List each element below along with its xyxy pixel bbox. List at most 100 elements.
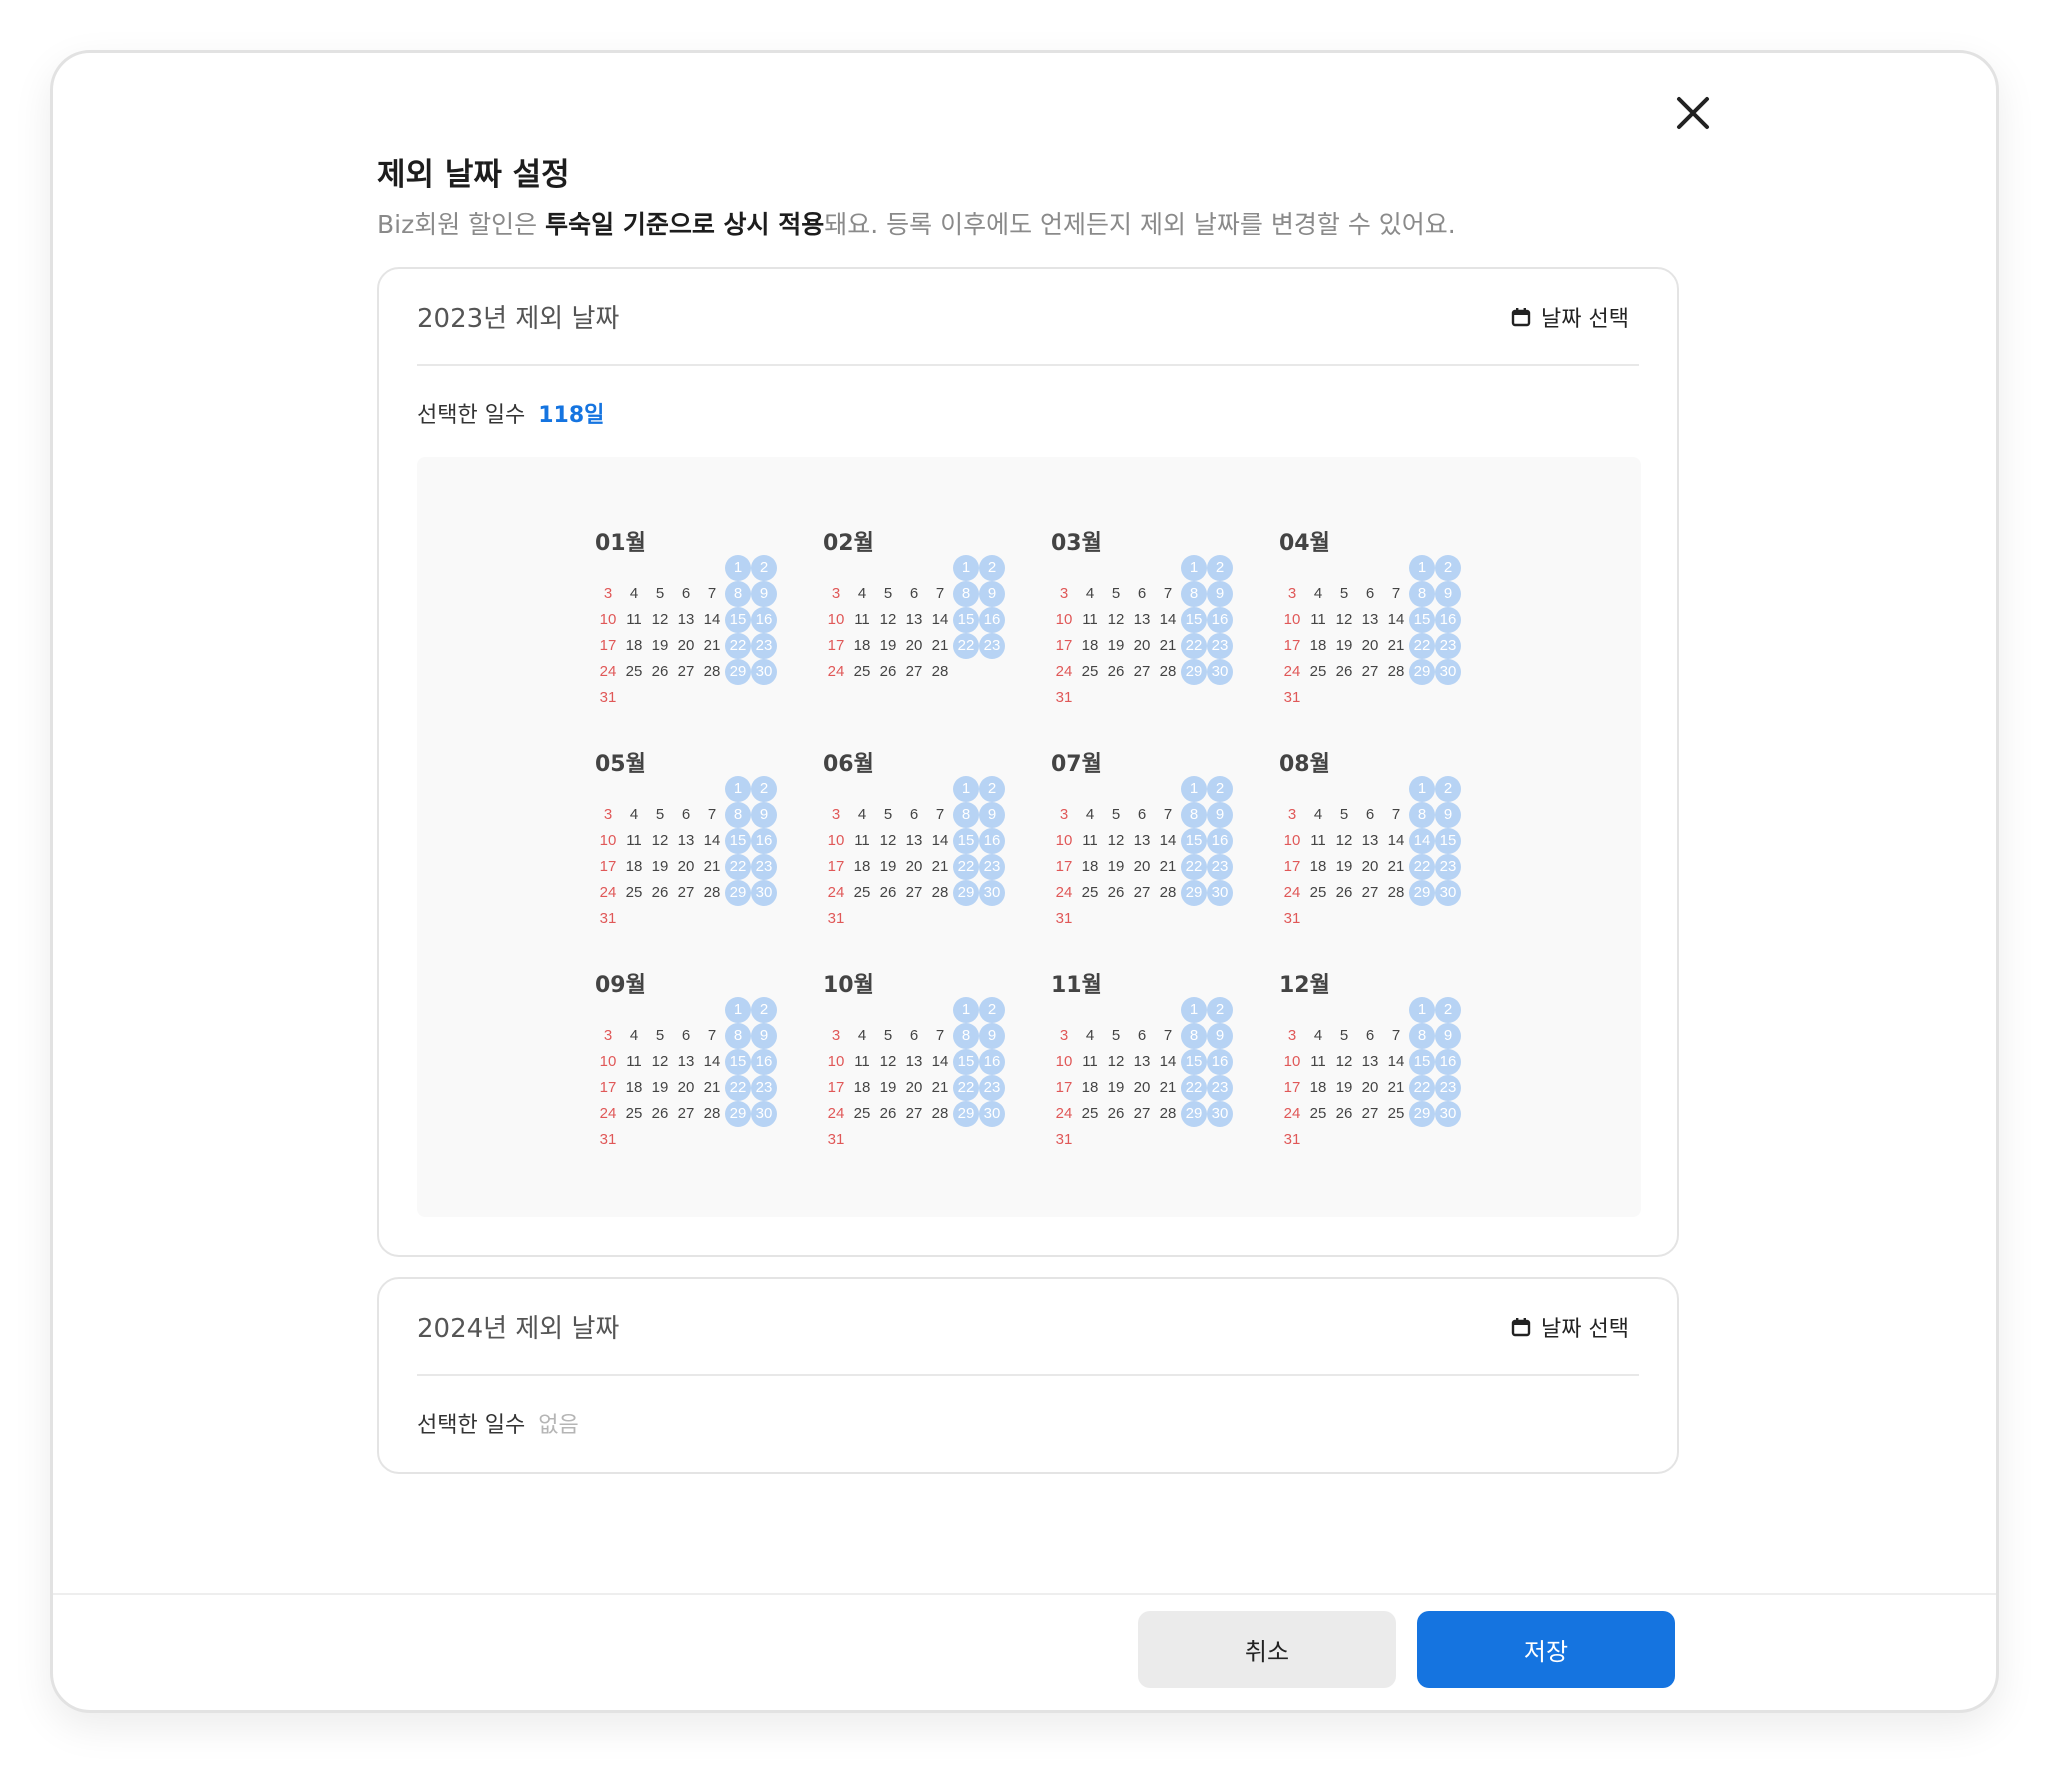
calendar-day[interactable]: 21: [699, 633, 725, 659]
calendar-day[interactable]: 9: [1435, 802, 1461, 828]
calendar-day[interactable]: 12: [1331, 607, 1357, 633]
calendar-day[interactable]: 7: [1155, 581, 1181, 607]
calendar-day[interactable]: 1: [725, 555, 751, 581]
calendar-day[interactable]: 4: [1077, 1023, 1103, 1049]
calendar-day[interactable]: 28: [699, 1101, 725, 1127]
calendar-day[interactable]: 3: [1279, 1023, 1305, 1049]
calendar-day[interactable]: 5: [1331, 802, 1357, 828]
calendar-day[interactable]: 18: [849, 633, 875, 659]
calendar-day[interactable]: 4: [1077, 802, 1103, 828]
calendar-day[interactable]: 29: [725, 659, 751, 685]
calendar-day[interactable]: 27: [901, 880, 927, 906]
calendar-day[interactable]: 1: [1181, 997, 1207, 1023]
calendar-day[interactable]: 2: [751, 776, 777, 802]
calendar-day[interactable]: 14: [1383, 1049, 1409, 1075]
calendar-day[interactable]: 8: [953, 1023, 979, 1049]
calendar-day[interactable]: 18: [1305, 633, 1331, 659]
calendar-day[interactable]: 30: [1207, 1101, 1233, 1127]
calendar-day[interactable]: 2: [1207, 555, 1233, 581]
calendar-day[interactable]: 3: [1051, 581, 1077, 607]
calendar-day[interactable]: 25: [1077, 659, 1103, 685]
calendar-day[interactable]: 30: [1207, 659, 1233, 685]
calendar-day[interactable]: 27: [1129, 659, 1155, 685]
calendar-day[interactable]: 31: [595, 1127, 621, 1153]
calendar-day[interactable]: 2: [979, 555, 1005, 581]
calendar-day[interactable]: 5: [1103, 581, 1129, 607]
calendar-day[interactable]: 15: [725, 828, 751, 854]
calendar-day[interactable]: 26: [875, 1101, 901, 1127]
calendar-day[interactable]: 21: [1383, 1075, 1409, 1101]
calendar-day[interactable]: 27: [901, 659, 927, 685]
calendar-day[interactable]: 17: [1279, 854, 1305, 880]
calendar-day[interactable]: 2: [1207, 997, 1233, 1023]
calendar-day[interactable]: 15: [1409, 1049, 1435, 1075]
calendar-day[interactable]: 2: [751, 555, 777, 581]
calendar-day[interactable]: 16: [1207, 828, 1233, 854]
calendar-day[interactable]: 30: [1435, 1101, 1461, 1127]
calendar-day[interactable]: 22: [1181, 633, 1207, 659]
calendar-day[interactable]: 30: [751, 659, 777, 685]
calendar-day[interactable]: 13: [1357, 1049, 1383, 1075]
calendar-day[interactable]: 3: [823, 581, 849, 607]
calendar-day[interactable]: 7: [927, 581, 953, 607]
calendar-day[interactable]: 18: [849, 1075, 875, 1101]
calendar-day[interactable]: 6: [673, 802, 699, 828]
calendar-day[interactable]: 20: [901, 633, 927, 659]
calendar-day[interactable]: 17: [1051, 633, 1077, 659]
calendar-day[interactable]: 22: [725, 633, 751, 659]
calendar-day[interactable]: 8: [1181, 581, 1207, 607]
calendar-day[interactable]: 25: [621, 880, 647, 906]
calendar-day[interactable]: 21: [1383, 633, 1409, 659]
calendar-day[interactable]: 4: [1077, 581, 1103, 607]
calendar-day[interactable]: 15: [1181, 1049, 1207, 1075]
calendar-day[interactable]: 28: [927, 1101, 953, 1127]
calendar-day[interactable]: 15: [953, 1049, 979, 1075]
calendar-day[interactable]: 1: [725, 997, 751, 1023]
calendar-day[interactable]: 26: [647, 659, 673, 685]
calendar-day[interactable]: 14: [927, 1049, 953, 1075]
calendar-day[interactable]: 20: [1357, 633, 1383, 659]
calendar-day[interactable]: 12: [1331, 1049, 1357, 1075]
calendar-day[interactable]: 25: [1305, 1101, 1331, 1127]
calendar-day[interactable]: 6: [1357, 581, 1383, 607]
date-select-button[interactable]: 날짜 선택: [1511, 1311, 1639, 1343]
calendar-day[interactable]: 25: [849, 659, 875, 685]
calendar-day[interactable]: 26: [875, 659, 901, 685]
save-button[interactable]: 저장: [1417, 1611, 1675, 1688]
calendar-day[interactable]: 6: [1357, 1023, 1383, 1049]
calendar-day[interactable]: 11: [1077, 607, 1103, 633]
calendar-day[interactable]: 9: [1207, 581, 1233, 607]
calendar-day[interactable]: 11: [1305, 607, 1331, 633]
calendar-day[interactable]: 19: [875, 633, 901, 659]
calendar-day[interactable]: 14: [1155, 607, 1181, 633]
calendar-day[interactable]: 19: [647, 1075, 673, 1101]
calendar-day[interactable]: 1: [725, 776, 751, 802]
calendar-day[interactable]: 20: [1129, 854, 1155, 880]
calendar-day[interactable]: 19: [647, 854, 673, 880]
calendar-day[interactable]: 26: [1103, 1101, 1129, 1127]
calendar-day[interactable]: 4: [849, 581, 875, 607]
calendar-day[interactable]: 3: [595, 1023, 621, 1049]
calendar-day[interactable]: 1: [953, 555, 979, 581]
calendar-day[interactable]: 13: [1357, 607, 1383, 633]
calendar-day[interactable]: 10: [1279, 828, 1305, 854]
calendar-day[interactable]: 13: [901, 607, 927, 633]
calendar-day[interactable]: 19: [875, 1075, 901, 1101]
calendar-day[interactable]: 6: [901, 802, 927, 828]
calendar-day[interactable]: 2: [1207, 776, 1233, 802]
calendar-day[interactable]: 13: [673, 828, 699, 854]
calendar-day[interactable]: 8: [953, 802, 979, 828]
calendar-day[interactable]: 4: [621, 802, 647, 828]
calendar-day[interactable]: 3: [1051, 802, 1077, 828]
calendar-day[interactable]: 24: [1051, 880, 1077, 906]
calendar-day[interactable]: 25: [1383, 1101, 1409, 1127]
calendar-day[interactable]: 28: [1383, 880, 1409, 906]
calendar-day[interactable]: 20: [901, 854, 927, 880]
calendar-day[interactable]: 16: [1207, 1049, 1233, 1075]
calendar-day[interactable]: 28: [927, 880, 953, 906]
calendar-day[interactable]: 9: [751, 802, 777, 828]
calendar-day[interactable]: 13: [1129, 607, 1155, 633]
calendar-day[interactable]: 7: [1383, 802, 1409, 828]
calendar-day[interactable]: 5: [647, 581, 673, 607]
calendar-day[interactable]: 14: [1383, 607, 1409, 633]
